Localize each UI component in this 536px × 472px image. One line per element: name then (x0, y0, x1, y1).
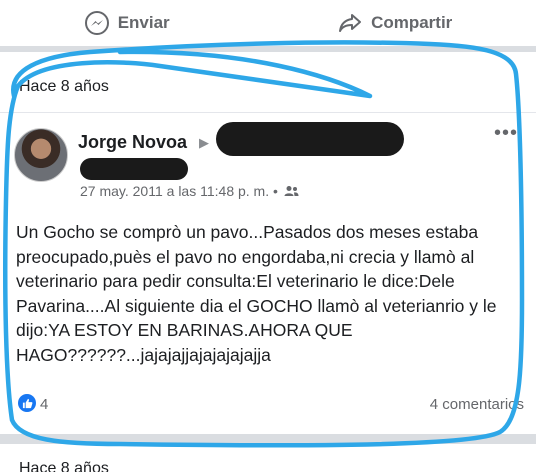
thumbs-up-icon (22, 398, 32, 408)
send-label: Enviar (117, 13, 170, 32)
redacted-recipient (216, 122, 404, 156)
friends-icon (284, 186, 299, 196)
card-divider (0, 112, 536, 113)
next-memory-card: Hace 8 años (0, 444, 536, 472)
messenger-icon (84, 11, 109, 35)
share-button[interactable]: Compartir (337, 10, 452, 36)
redacted-recipient-line (80, 158, 188, 180)
like-reaction-icon[interactable] (18, 394, 36, 412)
share-arrow-icon (339, 14, 362, 32)
memory-card: Hace 8 años Jorge Novoa ▶ ••• 27 may. 20… (0, 52, 536, 434)
send-button[interactable]: Enviar (84, 10, 170, 36)
post-body-text: Un Gocho se comprò un pavo...Pasados dos… (16, 222, 497, 365)
post-action-bar: Enviar Compartir (0, 0, 536, 46)
shared-to-arrow-icon: ▶ (199, 135, 209, 150)
next-memory-date-label: Hace 8 años (19, 460, 109, 472)
author-name[interactable]: Jorge Novoa (78, 132, 187, 153)
post-timestamp[interactable]: 27 may. 2011 a las 11:48 p. m. • (80, 183, 278, 199)
post-meta: 27 may. 2011 a las 11:48 p. m. • (80, 183, 299, 199)
comments-count[interactable]: 4 comentarios (430, 396, 524, 413)
like-count[interactable]: 4 (40, 396, 48, 413)
memory-date-label: Hace 8 años (19, 78, 109, 95)
more-options-icon[interactable]: ••• (494, 122, 518, 145)
share-label: Compartir (371, 13, 453, 32)
author-avatar[interactable] (14, 128, 68, 182)
